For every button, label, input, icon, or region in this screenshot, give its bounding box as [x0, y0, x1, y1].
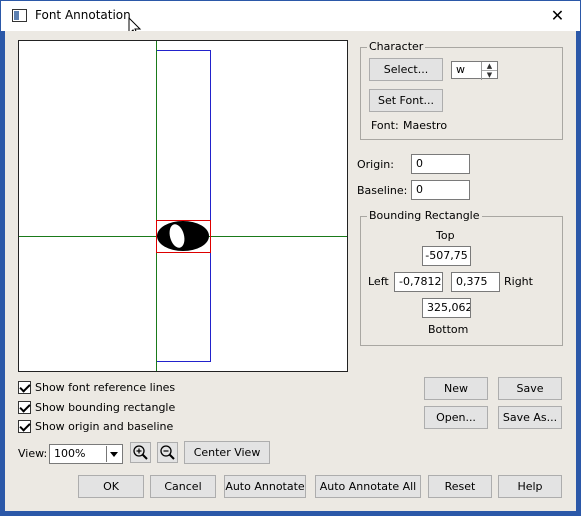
save-button[interactable]: Save: [498, 377, 562, 400]
open-button[interactable]: Open...: [424, 406, 488, 429]
show-bounding-rectangle-checkbox[interactable]: Show bounding rectangle: [18, 399, 175, 415]
cancel-button[interactable]: Cancel: [150, 475, 216, 498]
glyph-preview-svg: [19, 41, 347, 371]
zoom-value: 100%: [54, 447, 86, 460]
baseline-label: Baseline:: [357, 184, 408, 197]
bottom-label: Bottom: [428, 323, 469, 336]
font-reference-lines: [156, 50, 211, 362]
zoom-in-button[interactable]: [130, 442, 151, 463]
show-origin-baseline-checkbox[interactable]: Show origin and baseline: [18, 418, 173, 434]
top-value: -507,75: [425, 249, 468, 262]
checkbox-label: Show bounding rectangle: [35, 400, 176, 414]
baseline-value: 0: [416, 183, 423, 196]
title-bar[interactable]: Font Annotation ✕: [1, 1, 580, 31]
center-view-button[interactable]: Center View: [184, 441, 270, 464]
bottom-value: 325,0625: [427, 301, 470, 314]
close-button[interactable]: ✕: [535, 1, 580, 31]
top-label: Top: [436, 229, 455, 242]
whole-note-glyph: [157, 221, 209, 251]
dialog-window: Font Annotation ✕ Character Select... w …: [0, 0, 581, 516]
checkbox-checked-icon[interactable]: [18, 419, 31, 433]
checkbox-label: Show font reference lines: [35, 380, 176, 394]
zoom-in-icon: [133, 445, 148, 460]
reset-button[interactable]: Reset: [428, 475, 492, 498]
ok-button[interactable]: OK: [78, 475, 144, 498]
left-value: -0,78125: [399, 275, 442, 288]
left-label: Left: [368, 275, 389, 288]
right-field[interactable]: 0,375: [451, 272, 500, 292]
checkbox-checked-icon[interactable]: [18, 400, 31, 414]
spin-up-icon[interactable]: ▲: [482, 62, 497, 71]
zoom-out-button[interactable]: [157, 442, 178, 463]
zoom-out-icon: [160, 445, 175, 460]
bounding-legend: Bounding Rectangle: [367, 209, 482, 222]
new-button[interactable]: New: [424, 377, 488, 400]
origin-field[interactable]: 0: [411, 154, 470, 174]
origin-value: 0: [416, 157, 423, 170]
character-value: w: [456, 63, 465, 76]
window-title: Font Annotation: [35, 8, 131, 22]
chevron-down-icon[interactable]: [106, 446, 121, 462]
font-label: Font:: [371, 119, 399, 132]
checkbox-checked-icon[interactable]: [18, 380, 31, 394]
show-font-reference-lines-checkbox[interactable]: Show font reference lines: [18, 379, 175, 395]
origin-label: Origin:: [357, 158, 394, 171]
font-name: Maestro: [403, 119, 448, 132]
dialog-body: Character Select... w ▲ ▼ Set Font... Fo…: [5, 31, 576, 511]
checkbox-label: Show origin and baseline: [35, 419, 174, 433]
glyph-preview-canvas[interactable]: [18, 40, 348, 372]
bottom-field[interactable]: 325,0625: [422, 298, 471, 318]
zoom-select[interactable]: 100%: [49, 444, 123, 464]
auto-annotate-all-button[interactable]: Auto Annotate All: [315, 475, 421, 498]
select-character-button[interactable]: Select...: [369, 58, 443, 81]
save-as-button[interactable]: Save As...: [498, 406, 562, 429]
help-button[interactable]: Help: [498, 475, 562, 498]
set-font-button[interactable]: Set Font...: [369, 89, 443, 112]
left-field[interactable]: -0,78125: [394, 272, 443, 292]
view-label: View:: [18, 447, 48, 460]
top-field[interactable]: -507,75: [422, 246, 471, 266]
spin-down-icon[interactable]: ▼: [482, 71, 497, 80]
auto-annotate-button[interactable]: Auto Annotate: [224, 475, 306, 498]
right-value: 0,375: [456, 275, 488, 288]
window-icon: [12, 9, 27, 22]
character-legend: Character: [367, 40, 426, 53]
right-label: Right: [504, 275, 533, 288]
baseline-field[interactable]: 0: [411, 180, 470, 200]
character-spinner[interactable]: ▲ ▼: [481, 62, 497, 80]
